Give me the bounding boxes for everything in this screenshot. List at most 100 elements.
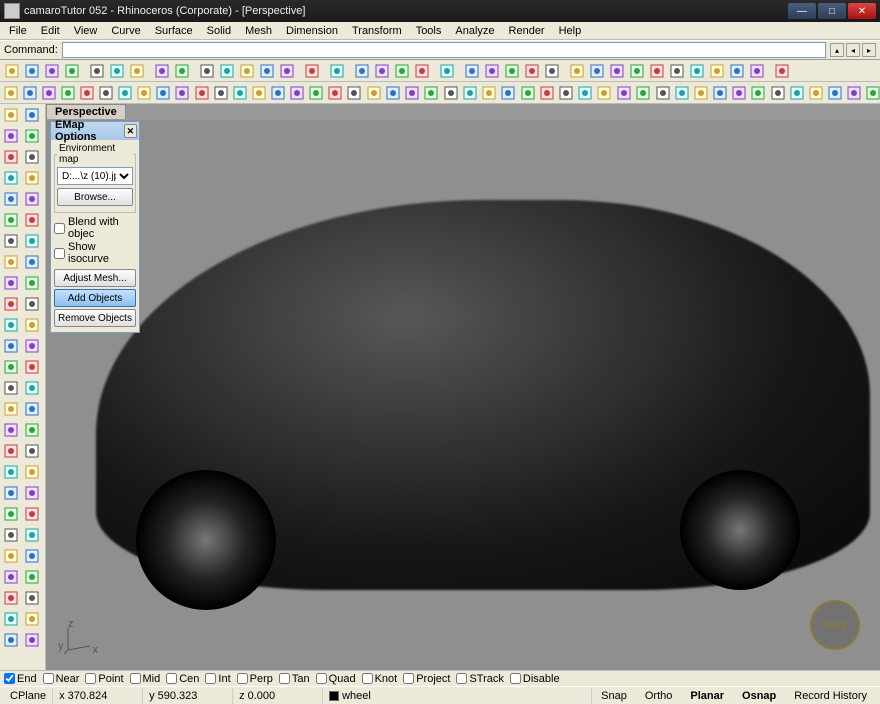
undo-icon[interactable] <box>152 61 171 80</box>
help-icon[interactable] <box>772 61 791 80</box>
menu-transform[interactable]: Transform <box>345 23 409 39</box>
twist-icon[interactable] <box>22 546 42 566</box>
points-icon[interactable] <box>22 105 42 125</box>
close-button[interactable]: ✕ <box>848 3 876 19</box>
blend-icon[interactable] <box>1 294 21 314</box>
pt1-icon[interactable] <box>567 61 586 80</box>
osnap-mid[interactable]: Mid <box>130 673 161 685</box>
menu-edit[interactable]: Edit <box>34 23 67 39</box>
menu-view[interactable]: View <box>67 23 105 39</box>
contour-icon[interactable] <box>22 336 42 356</box>
volume-icon[interactable] <box>826 83 844 102</box>
boolean-i-icon[interactable] <box>480 83 498 102</box>
extract-icon[interactable] <box>1 378 21 398</box>
sketch-icon[interactable] <box>22 210 42 230</box>
menu-tools[interactable]: Tools <box>409 23 449 39</box>
stretch-icon[interactable] <box>22 567 42 587</box>
ellipse-icon[interactable] <box>1 189 21 209</box>
osnap-end[interactable]: End <box>4 673 37 685</box>
circle-icon[interactable] <box>1 168 21 188</box>
osnap-near[interactable]: Near <box>43 673 80 685</box>
zoom-win-icon[interactable] <box>277 61 296 80</box>
network-icon[interactable] <box>345 83 363 102</box>
revolve-icon[interactable] <box>269 83 287 102</box>
menu-analyze[interactable]: Analyze <box>448 23 501 39</box>
status-snap[interactable]: Snap <box>592 688 636 703</box>
rect-icon[interactable] <box>687 61 706 80</box>
intersect-icon[interactable] <box>1 336 21 356</box>
osnap-project[interactable]: Project <box>403 673 450 685</box>
open-icon[interactable] <box>22 61 41 80</box>
xray-icon[interactable] <box>542 61 561 80</box>
menu-help[interactable]: Help <box>552 23 589 39</box>
curve-icon[interactable] <box>22 189 42 209</box>
boolean-u-icon[interactable] <box>442 83 460 102</box>
smooth-icon[interactable] <box>1 588 21 608</box>
print-icon[interactable] <box>62 61 81 80</box>
osnap-quad[interactable]: Quad <box>316 673 356 685</box>
scale-icon[interactable] <box>711 83 729 102</box>
silhouette-icon[interactable] <box>22 357 42 377</box>
viewport-canvas[interactable]: korg zyx EMap Options ✕ Environment map … <box>46 120 880 670</box>
cap-icon[interactable] <box>422 83 440 102</box>
rect-icon[interactable] <box>1 147 21 167</box>
remap-icon[interactable] <box>1 609 21 629</box>
options-icon[interactable] <box>437 61 456 80</box>
join-icon[interactable] <box>538 83 556 102</box>
fair-icon[interactable] <box>22 399 42 419</box>
interp-icon[interactable] <box>1 210 21 230</box>
redo-icon[interactable] <box>172 61 191 80</box>
cmd-up-icon[interactable]: ▴ <box>830 43 844 57</box>
ungroup-icon[interactable] <box>634 83 652 102</box>
control-pt-icon[interactable] <box>22 420 42 440</box>
extend2-icon[interactable] <box>22 630 42 650</box>
handlebar-icon[interactable] <box>22 462 42 482</box>
adjust-icon[interactable] <box>22 504 42 524</box>
zoom-ext-icon[interactable] <box>257 61 276 80</box>
extend-icon[interactable] <box>1 252 21 272</box>
status-record-history[interactable]: Record History <box>785 688 876 703</box>
align-icon[interactable] <box>749 83 767 102</box>
osnap-knot[interactable]: Knot <box>362 673 398 685</box>
rebuild-icon[interactable] <box>1 399 21 419</box>
osnap-strack[interactable]: STrack <box>456 673 503 685</box>
mirror-icon[interactable] <box>673 83 691 102</box>
rail-icon[interactable] <box>288 83 306 102</box>
offset-icon[interactable] <box>365 83 383 102</box>
emap-file-select[interactable]: D:...\z (10).jpg <box>57 167 133 185</box>
menu-render[interactable]: Render <box>502 23 552 39</box>
wireframe-icon[interactable] <box>502 61 521 80</box>
torus-icon[interactable] <box>78 83 96 102</box>
array-icon[interactable] <box>654 83 672 102</box>
emap-remove-objects-button[interactable]: Remove Objects <box>54 309 136 327</box>
orient-icon[interactable] <box>22 588 42 608</box>
status-cplane[interactable]: CPlane <box>4 688 53 704</box>
insert-pt-icon[interactable] <box>1 441 21 461</box>
cone-icon[interactable] <box>59 83 77 102</box>
boolean-s-icon[interactable] <box>499 83 517 102</box>
helix-icon[interactable] <box>1 231 21 251</box>
offset-icon[interactable] <box>22 273 42 293</box>
chamfer-icon[interactable] <box>403 83 421 102</box>
periodic-icon[interactable] <box>22 483 42 503</box>
sweep2-icon[interactable] <box>250 83 268 102</box>
emap-browse-button[interactable]: Browse... <box>57 188 133 206</box>
copy-icon[interactable] <box>107 61 126 80</box>
mag-icon[interactable] <box>302 61 321 80</box>
pipe-icon[interactable] <box>97 83 115 102</box>
tube-icon[interactable] <box>116 83 134 102</box>
project-icon[interactable] <box>1 315 21 335</box>
group-icon[interactable] <box>615 83 633 102</box>
viewport-title[interactable]: Perspective <box>46 104 126 119</box>
osnap-int[interactable]: Int <box>205 673 230 685</box>
loft-icon[interactable] <box>212 83 230 102</box>
explode-icon[interactable] <box>519 83 537 102</box>
lock-icon[interactable] <box>392 61 411 80</box>
shade-icon[interactable] <box>482 61 501 80</box>
menu-curve[interactable]: Curve <box>104 23 147 39</box>
osnap-perp[interactable]: Perp <box>237 673 273 685</box>
blend-icon[interactable] <box>307 83 325 102</box>
pt3-icon[interactable] <box>607 61 626 80</box>
menu-mesh[interactable]: Mesh <box>238 23 279 39</box>
emap-adjust-mesh-button[interactable]: Adjust Mesh... <box>54 269 136 287</box>
